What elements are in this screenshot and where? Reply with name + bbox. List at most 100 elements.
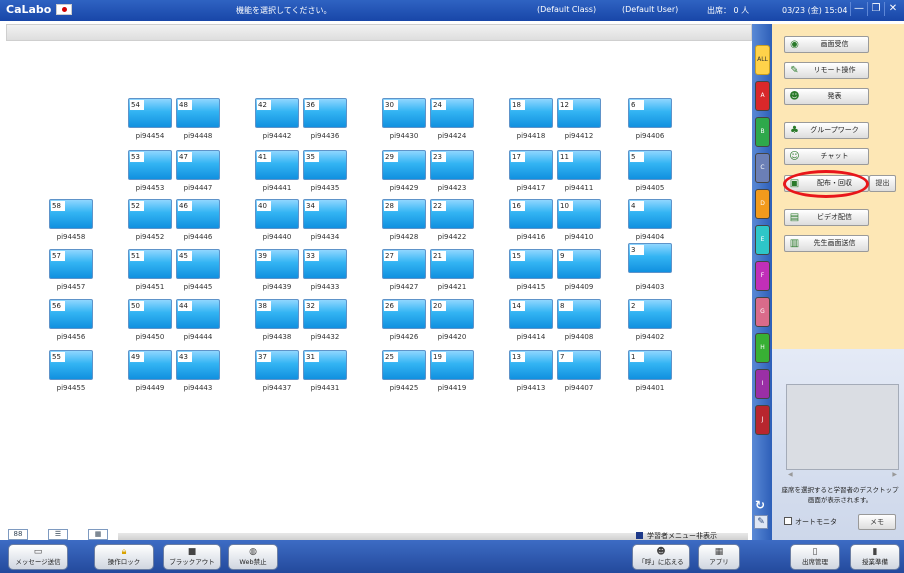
- wrench-icon[interactable]: ✎: [754, 515, 768, 529]
- group-tab-h[interactable]: H: [755, 333, 770, 363]
- seat-51[interactable]: 51: [128, 249, 172, 279]
- seat-28[interactable]: 28: [382, 199, 426, 229]
- seat-8[interactable]: 8: [557, 299, 601, 329]
- seat-24[interactable]: 24: [430, 98, 474, 128]
- operation-lock-button[interactable]: 🔒︎ 操作ロック: [94, 544, 154, 570]
- seat-9[interactable]: 9: [557, 249, 601, 279]
- seat-57[interactable]: 57: [49, 249, 93, 279]
- blackout-button[interactable]: ■ ブラックアウト: [163, 544, 221, 570]
- app-button[interactable]: ▦ アプリ: [698, 544, 740, 570]
- next-arrow-icon[interactable]: ▶: [892, 471, 897, 478]
- seat-39[interactable]: 39: [255, 249, 299, 279]
- chat-button[interactable]: ☺ チャット: [784, 148, 869, 165]
- seat-37[interactable]: 37: [255, 350, 299, 380]
- seat-41[interactable]: 41: [255, 150, 299, 180]
- respond-call-button[interactable]: ☻ 「呼」に応える: [632, 544, 690, 570]
- seat-52[interactable]: 52: [128, 199, 172, 229]
- seat-23[interactable]: 23: [430, 150, 474, 180]
- group-tab-e[interactable]: E: [755, 225, 770, 255]
- close-button[interactable]: ✕: [884, 2, 901, 16]
- seat-20[interactable]: 20: [430, 299, 474, 329]
- seat-36[interactable]: 36: [303, 98, 347, 128]
- seat-46[interactable]: 46: [176, 199, 220, 229]
- seat-14[interactable]: 14: [509, 299, 553, 329]
- seat-32[interactable]: 32: [303, 299, 347, 329]
- seat-2[interactable]: 2: [628, 299, 672, 329]
- seat-38[interactable]: 38: [255, 299, 299, 329]
- view-tab-list[interactable]: ☰: [48, 529, 68, 540]
- seat-33[interactable]: 33: [303, 249, 347, 279]
- group-tab-j[interactable]: J: [755, 405, 770, 435]
- seat-3[interactable]: 3: [628, 243, 672, 273]
- seat-49[interactable]: 49: [128, 350, 172, 380]
- seat-17[interactable]: 17: [509, 150, 553, 180]
- seat-22[interactable]: 22: [430, 199, 474, 229]
- view-tab-grid[interactable]: ▦: [88, 529, 108, 540]
- video-delivery-button[interactable]: ▤ ビデオ配信: [784, 209, 869, 226]
- hide-menu-checkbox[interactable]: [636, 532, 643, 539]
- seat-21[interactable]: 21: [430, 249, 474, 279]
- seat-1[interactable]: 1: [628, 350, 672, 380]
- seat-25[interactable]: 25: [382, 350, 426, 380]
- restore-button[interactable]: ❐: [867, 2, 884, 16]
- preview-scroll[interactable]: ◀ ▶: [786, 471, 899, 479]
- seat-10[interactable]: 10: [557, 199, 601, 229]
- japan-flag-icon[interactable]: [56, 4, 72, 15]
- group-tab-b[interactable]: B: [755, 117, 770, 147]
- seat-40[interactable]: 40: [255, 199, 299, 229]
- presentation-button[interactable]: ☻ 発表: [784, 88, 869, 105]
- group-tab-c[interactable]: C: [755, 153, 770, 183]
- seat-56[interactable]: 56: [49, 299, 93, 329]
- seat-18[interactable]: 18: [509, 98, 553, 128]
- seat-43[interactable]: 43: [176, 350, 220, 380]
- remote-control-button[interactable]: ✎ リモート操作: [784, 62, 869, 79]
- web-block-button[interactable]: ◍ Web禁止: [228, 544, 278, 570]
- seat-5[interactable]: 5: [628, 150, 672, 180]
- seat-13[interactable]: 13: [509, 350, 553, 380]
- seat-15[interactable]: 15: [509, 249, 553, 279]
- seat-34[interactable]: 34: [303, 199, 347, 229]
- message-send-button[interactable]: ▭ メッセージ送信: [8, 544, 68, 570]
- memo-button[interactable]: メモ: [858, 514, 896, 530]
- view-tab-icon[interactable]: 88: [8, 529, 28, 540]
- seat-29[interactable]: 29: [382, 150, 426, 180]
- group-tab-i[interactable]: I: [755, 369, 770, 399]
- seat-6[interactable]: 6: [628, 98, 672, 128]
- seat-50[interactable]: 50: [128, 299, 172, 329]
- seat-58[interactable]: 58: [49, 199, 93, 229]
- seat-48[interactable]: 48: [176, 98, 220, 128]
- group-tab-d[interactable]: D: [755, 189, 770, 219]
- seat-35[interactable]: 35: [303, 150, 347, 180]
- group-tab-f[interactable]: F: [755, 261, 770, 291]
- attendance-management-button[interactable]: ▯ 出席管理: [790, 544, 840, 570]
- seat-45[interactable]: 45: [176, 249, 220, 279]
- class-prep-button[interactable]: ▮ 授業準備: [850, 544, 900, 570]
- seat-30[interactable]: 30: [382, 98, 426, 128]
- seat-44[interactable]: 44: [176, 299, 220, 329]
- seat-26[interactable]: 26: [382, 299, 426, 329]
- group-tab-g[interactable]: G: [755, 297, 770, 327]
- seat-53[interactable]: 53: [128, 150, 172, 180]
- group-tab-a[interactable]: A: [755, 81, 770, 111]
- seat-19[interactable]: 19: [430, 350, 474, 380]
- submit-button[interactable]: 提出: [869, 175, 896, 192]
- seat-7[interactable]: 7: [557, 350, 601, 380]
- seat-47[interactable]: 47: [176, 150, 220, 180]
- group-tab-all[interactable]: ALL: [755, 45, 770, 75]
- seat-16[interactable]: 16: [509, 199, 553, 229]
- teacher-screen-button[interactable]: ▥ 先生画面送信: [784, 235, 869, 252]
- auto-monitor-checkbox[interactable]: [784, 517, 792, 525]
- prev-arrow-icon[interactable]: ◀: [788, 471, 793, 478]
- seat-55[interactable]: 55: [49, 350, 93, 380]
- seat-27[interactable]: 27: [382, 249, 426, 279]
- refresh-icon[interactable]: ↻: [755, 498, 765, 512]
- seat-54[interactable]: 54: [128, 98, 172, 128]
- seat-4[interactable]: 4: [628, 199, 672, 229]
- seat-12[interactable]: 12: [557, 98, 601, 128]
- seat-42[interactable]: 42: [255, 98, 299, 128]
- auto-monitor[interactable]: オートモニタ: [784, 517, 837, 527]
- seat-31[interactable]: 31: [303, 350, 347, 380]
- seat-11[interactable]: 11: [557, 150, 601, 180]
- group-work-button[interactable]: ♣ グループワーク: [784, 122, 869, 139]
- minimize-button[interactable]: —: [850, 2, 867, 16]
